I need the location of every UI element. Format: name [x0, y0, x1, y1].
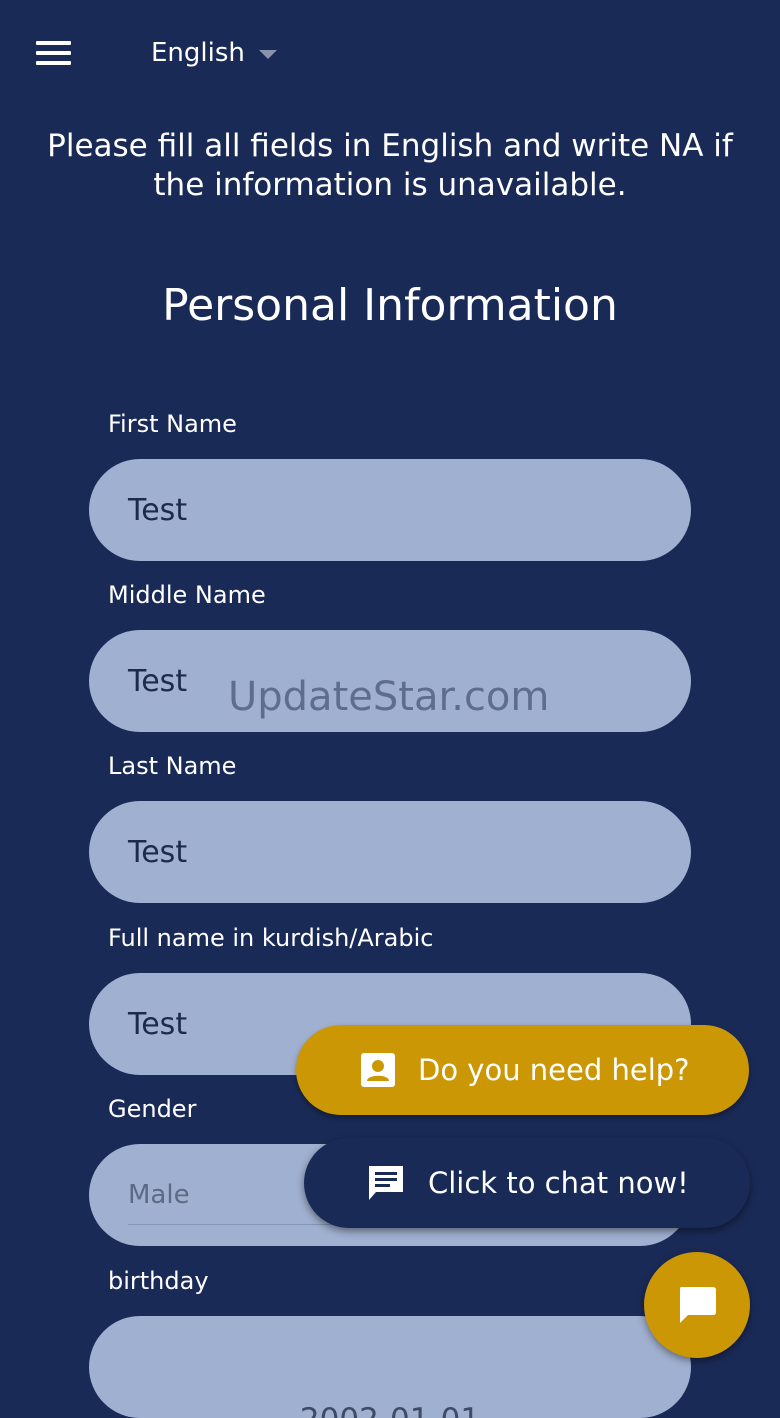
contact-card-icon — [360, 1052, 396, 1088]
birthday-input[interactable]: 2002-01-01 — [89, 1316, 691, 1418]
first-name-label: First Name — [108, 410, 237, 438]
language-selector[interactable]: English — [151, 34, 277, 72]
language-label: English — [151, 38, 245, 68]
page-title: Personal Information — [162, 280, 618, 331]
need-help-label: Do you need help? — [418, 1053, 690, 1087]
birthday-label: birthday — [108, 1267, 209, 1295]
chat-message-icon — [366, 1164, 406, 1202]
gender-label: Gender — [108, 1095, 197, 1123]
chat-now-button[interactable]: Click to chat now! — [304, 1138, 750, 1228]
middle-name-value: Test — [128, 663, 188, 699]
last-name-label: Last Name — [108, 752, 237, 780]
instructions-text: Please fill all fields in English and wr… — [47, 128, 733, 203]
gender-value: Male — [128, 1180, 190, 1210]
full-name-kurdish-arabic-value: Test — [128, 1006, 188, 1042]
chat-now-label: Click to chat now! — [428, 1166, 689, 1200]
first-name-input[interactable]: Test — [89, 459, 691, 561]
chevron-down-icon — [258, 49, 277, 59]
need-help-button[interactable]: Do you need help? — [296, 1025, 749, 1115]
first-name-value: Test — [128, 492, 188, 528]
chat-fab-button[interactable] — [644, 1252, 750, 1358]
middle-name-label: Middle Name — [108, 581, 266, 609]
full-name-kurdish-arabic-label: Full name in kurdish/Arabic — [108, 924, 434, 952]
last-name-value: Test — [128, 834, 188, 870]
chat-bubble-icon — [676, 1285, 718, 1325]
middle-name-input[interactable]: Test — [89, 630, 691, 732]
menu-icon[interactable] — [36, 41, 71, 65]
last-name-input[interactable]: Test — [89, 801, 691, 903]
birthday-value: 2002-01-01 — [300, 1402, 480, 1418]
